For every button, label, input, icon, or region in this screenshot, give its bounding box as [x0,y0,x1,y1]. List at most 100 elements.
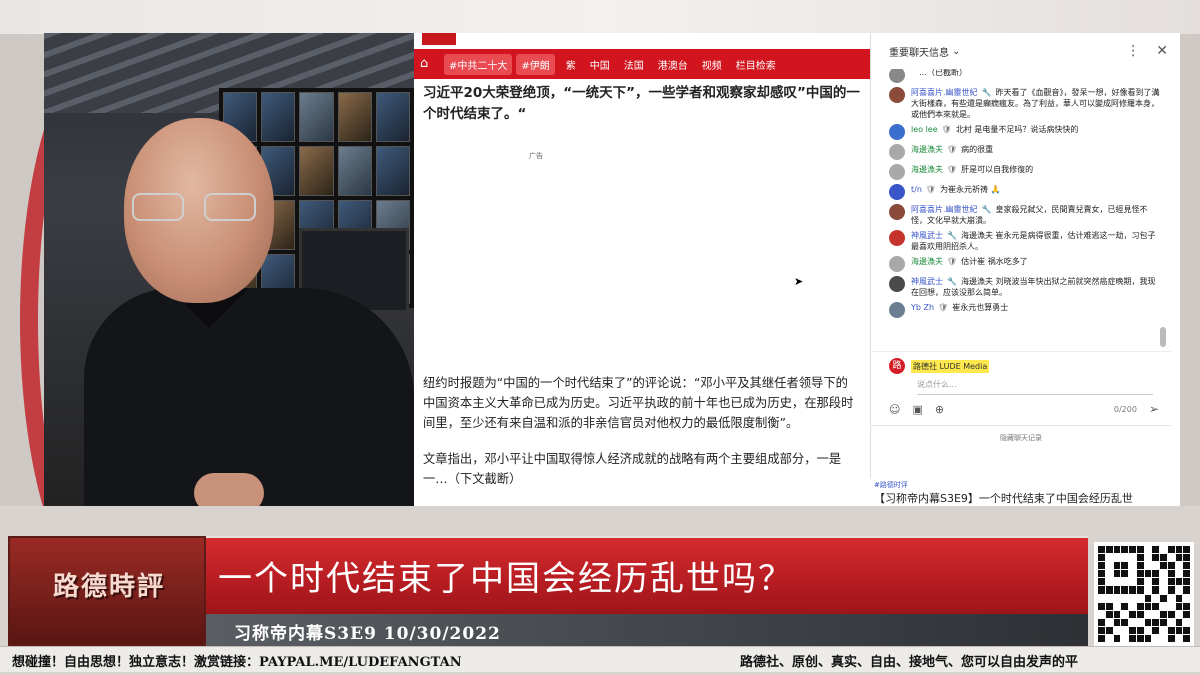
chat-text: 为崔永元祈祷 🙏 [940,185,1001,194]
host-video [44,33,414,506]
chat-message[interactable]: #a9a9a9 海邊漁夫 🛡肝是可以自我修復的 [871,162,1171,182]
lower-third: 路德時評 一个时代结束了中国会经历乱世吗？ 习称帝内幕S3E9 10/30/20… [0,506,1200,675]
avatar[interactable]: #a9a9a9 [889,256,905,272]
ad-label: 广告 [529,152,543,160]
chat-input-underline [917,394,1153,395]
site-logo[interactable] [422,33,456,45]
chat-message[interactable]: #888888 …（已截断） [871,69,1171,85]
nav-item-search[interactable]: 栏目检索 [729,57,783,72]
chat-message[interactable]: #c4342c神風武士🔧海邊漁夫 崔永元是病得很重，估计难逃这一劫，习包子最喜欢… [871,228,1171,254]
nav-item[interactable]: 紫 [559,57,583,72]
chat-message-body: 阿喜喜片.幽靈世紀 🔧 皇家殺兄弑父，民間賣兒賣女，已經見怪不怪，文化早就大崩潰。 [911,204,1163,226]
nav-item-hk-macau-taiwan[interactable]: 港澳台 [651,57,695,72]
chat-author[interactable]: 阿喜喜片.幽靈世紀 [911,205,978,214]
moderator-badge-icon: 🔧 [947,277,957,286]
avatar[interactable]: #3a6fd0 [889,124,905,140]
moderator-badge-icon: 🛡 [938,303,949,312]
chat-scrollbar[interactable] [1160,327,1166,347]
chat-author[interactable]: Yb Zh [911,303,934,312]
composer-user: 路 路德社 LUDE Media [871,352,1171,374]
moderator-badge-icon: 🛡 [947,165,958,174]
more-vert-icon[interactable]: ⋮ [1126,43,1140,59]
avatar[interactable]: #a9a9a9 [889,144,905,160]
moderator-badge-icon: 🛡 [925,185,937,194]
chat-composer: 路 路德社 LUDE Media 说点什么... ☺ ▣ ⊕ 0/200 ➢ [871,351,1171,431]
composer-toolbar: ☺ ▣ ⊕ 0/200 ➢ [889,402,1159,416]
chat-header: 重要聊天信息 ⌄ ⋮ ✕ [871,33,1180,69]
emoji-icon[interactable]: ☺ [889,403,900,416]
moderator-badge-icon: 🔧 [947,231,957,240]
chat-message[interactable]: #8b4a3a 阿喜喜片.幽靈世紀🔧昨天看了《血觀音》，發呆一想，好像看到了溝大街… [871,85,1171,122]
add-icon[interactable]: ⊕ [935,403,944,416]
chat-message[interactable]: #a9a9a9 海邊漁夫 🛡病的很重 [871,142,1171,162]
chat-message-body: t/n 🛡 为崔永元祈祷 🙏 [911,184,1001,195]
chat-author[interactable]: 海邊漁夫 [911,165,943,174]
article-paragraph: 纽约时报题为“中国的一个时代结束了”的评论说：“邓小平及其继任者领导下的中国资本… [423,376,854,430]
episode-headline: 一个时代结束了中国会经历乱世吗？ [218,559,794,599]
chat-author[interactable]: leo lee [911,125,938,134]
host-person [84,118,414,506]
chat-message-body: …（已截断） [911,69,967,78]
chat-text: …（已截断） [919,69,967,77]
episode-subtitle: 习称帝内幕S3E9 10/30/2022 [234,624,501,644]
chat-text: 北村 是电量不足吗？说话病快快的 [955,125,1079,134]
chat-message-body: 海邊漁夫 🛡 肝是可以自我修復的 [911,164,1033,175]
chat-message-body: leo lee 🛡 北村 是电量不足吗？说话病快快的 [911,124,1078,135]
avatar[interactable]: #4a4a4a [889,276,905,292]
nav-tag-party-congress[interactable]: #中共二十大 [444,53,513,75]
chat-author[interactable]: t/n [911,185,922,194]
chat-message[interactable]: #3a6fd0 leo lee🛡北村 是电量不足吗？说话病快快的 [871,122,1171,142]
chat-mode-select[interactable]: 重要聊天信息 [889,44,949,59]
home-icon[interactable]: ⌂ [420,56,436,72]
chat-message-list[interactable]: #888888 …（已截断） #8b4a3a 阿喜喜片.幽靈世紀🔧昨天看了《血觀音》，… [871,69,1171,339]
chat-text: 肝是可以自我修復的 [961,165,1034,174]
chat-author[interactable]: 海邊漁夫 [911,145,943,154]
chat-message[interactable]: #8b4a3a 阿喜喜片.幽靈世紀🔧皇家殺兄弑父，民間賣兒賣女，已經見怪不怪，文化… [871,202,1171,228]
avatar[interactable]: #c4342c [889,230,905,246]
site-logo-bar [414,33,870,49]
avatar: 路 [889,358,905,374]
chat-message-body: 海邊漁夫 🛡 病的很重 [911,144,993,155]
avatar[interactable]: #6b7e92 [889,302,905,318]
close-icon[interactable]: ✕ [1156,43,1168,59]
host-hand [194,473,264,506]
moderator-badge-icon: 🛡 [941,125,952,134]
send-icon[interactable]: ➢ [1149,402,1159,416]
chat-message-body: 海邊漁夫 🛡 估计崔 祸水吃多了 [911,256,1028,267]
avatar[interactable]: #8b4a3a [889,87,905,103]
video-hashtag[interactable]: #路德时评 [870,478,1180,490]
chevron-down-icon[interactable]: ⌄ [949,46,960,57]
nav-item-china[interactable]: 中国 [583,57,617,72]
chat-author[interactable]: 神風武士 [911,231,943,240]
chat-author[interactable]: 阿喜喜片.幽靈世紀 [911,88,978,97]
site-navbar: ⌂ #中共二十大 #伊朗 紫 中国 法国 港澳台 视频 栏目检索 [414,49,870,79]
avatar[interactable]: #3a55c8 [889,184,905,200]
news-page: ⌂ #中共二十大 #伊朗 紫 中国 法国 港澳台 视频 栏目检索 习近平20大荣… [414,33,870,506]
ticker-bar: 想碰撞！自由思想！独立意志！激赏链接：PAYPAL.ME/LUDEFANGTAN… [0,646,1200,672]
chat-message[interactable]: #4a4a4a神風武士🔧海邊漁夫 刘晓波当年快出狱之前就突然癌症晚期，我现在回想… [871,274,1171,300]
chat-message-body: 阿喜喜片.幽靈世紀 🔧 昨天看了《血觀音》，發呆一想，好像看到了溝大街樣森，有些還是… [911,87,1163,120]
mouse-cursor-icon: ➤ [794,275,804,288]
moderator-badge-icon: 🛡 [947,145,958,154]
hide-chat-button[interactable]: 隐藏聊天记录 [871,433,1171,443]
headline-banner: 一个时代结束了中国会经历乱世吗？ [206,536,1088,614]
chat-author[interactable]: 海邊漁夫 [911,257,943,266]
moderator-badge-icon: 🔧 [981,88,992,97]
char-counter: 0/200 [1113,404,1137,414]
chat-author[interactable]: 神風武士 [911,277,943,286]
nav-item-video[interactable]: 视频 [695,57,729,72]
avatar[interactable]: #888888 [889,69,905,83]
super-chat-icon[interactable]: ▣ [912,403,922,416]
nav-tag-iran[interactable]: #伊朗 [516,53,555,75]
nav-item-france[interactable]: 法国 [617,57,651,72]
moderator-badge-icon: 🛡 [947,257,958,266]
chat-message[interactable]: #a9a9a9 海邊漁夫 🛡估计崔 祸水吃多了 [871,254,1171,274]
chat-message-body: Yb Zh 🛡 崔永元也算勇士 [911,302,1008,313]
chat-input[interactable]: 说点什么... [871,374,1171,390]
chat-message[interactable]: #6b7e92 Yb Zh 🛡崔永元也算勇士 [871,300,1171,320]
chat-message[interactable]: #3a55c8 t/n🛡为崔永元祈祷 🙏 [871,182,1171,202]
avatar[interactable]: #8b4a3a [889,204,905,220]
ticker-text-left: 想碰撞！自由思想！独立意志！激赏链接：PAYPAL.ME/LUDEFANGTAN [12,655,462,670]
chat-text: 崔永元也算勇士 [952,303,1009,312]
avatar[interactable]: #a9a9a9 [889,164,905,180]
